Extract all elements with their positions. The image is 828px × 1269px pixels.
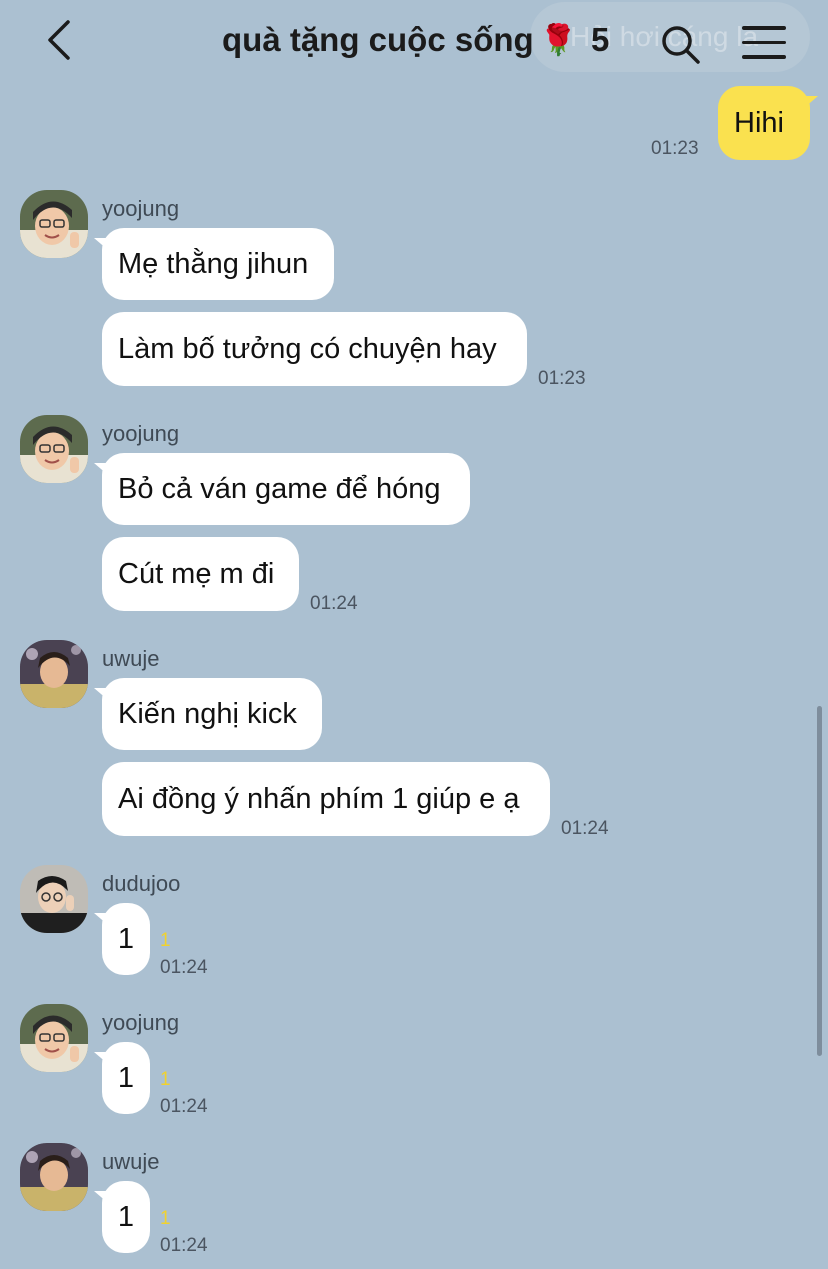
- message-bubble[interactable]: Mẹ thằng jihun: [94, 228, 334, 300]
- message-text: Bỏ cả ván game để hóng: [118, 472, 441, 505]
- chat-title-text: quà tặng cuộc sống: [222, 21, 534, 58]
- message-time: 01:24: [310, 593, 358, 614]
- message-bubble[interactable]: 1: [94, 903, 150, 975]
- message-bubble[interactable]: Làm bố tưởng có chuyện hay: [102, 312, 527, 386]
- unread-count: 1: [160, 1208, 171, 1229]
- back-button[interactable]: [40, 18, 80, 62]
- message-text: Kiến nghị kick: [118, 697, 297, 730]
- avatar-image: [20, 1004, 88, 1072]
- unread-count: 1: [160, 1069, 171, 1090]
- sender-name: yoojung: [102, 1010, 180, 1035]
- hamburger-menu-icon: [742, 26, 786, 59]
- avatar-yoojung[interactable]: [20, 415, 88, 483]
- avatar-image: [20, 865, 88, 933]
- message-bubble[interactable]: Cút mẹ m đi: [102, 537, 299, 611]
- message-text: 1: [117, 922, 135, 955]
- avatar-uwuje[interactable]: [20, 1143, 88, 1211]
- chat-header: Hỏi hơi cáng là quà tặng cuộc sống 🌹 5: [0, 0, 828, 80]
- message-time: 01:24: [160, 1096, 208, 1117]
- sender-name: uwuje: [102, 646, 160, 671]
- avatar-yoojung[interactable]: [20, 1004, 88, 1072]
- message-bubble[interactable]: Bỏ cả ván game để hóng: [94, 453, 470, 525]
- message-text: 1: [117, 1061, 135, 1094]
- chat-title: quà tặng cuộc sống 🌹 5: [222, 18, 609, 62]
- message-text: Làm bố tưởng có chuyện hay: [118, 332, 497, 365]
- message-time: 01:23: [651, 138, 699, 159]
- avatar-image: [20, 1143, 88, 1211]
- message-bubble[interactable]: 1: [94, 1181, 150, 1253]
- message-time: 01:24: [160, 957, 208, 978]
- sender-name: yoojung: [102, 421, 180, 446]
- avatar-image: [20, 415, 88, 483]
- scrollbar-thumb[interactable]: [817, 706, 822, 1056]
- message-bubble[interactable]: Ai đồng ý nhấn phím 1 giúp e ạ: [102, 762, 550, 836]
- sender-name: yoojung: [102, 196, 180, 221]
- message-bubble[interactable]: 1: [94, 1042, 150, 1114]
- message-text: Cút mẹ m đi: [118, 557, 275, 590]
- avatar-yoojung[interactable]: [20, 190, 88, 258]
- avatar-dudujoo[interactable]: [20, 865, 88, 933]
- avatar-image: [20, 640, 88, 708]
- sender-name: uwuje: [102, 1149, 160, 1174]
- menu-button[interactable]: [742, 26, 786, 62]
- chevron-left-icon: [48, 20, 70, 60]
- unread-count: 1: [160, 930, 171, 951]
- search-button[interactable]: [660, 24, 702, 66]
- message-time: 01:23: [538, 368, 586, 389]
- avatar-uwuje[interactable]: [20, 640, 88, 708]
- message-bubble[interactable]: Kiến nghị kick: [94, 678, 322, 750]
- message-text: Ai đồng ý nhấn phím 1 giúp e ạ: [118, 782, 520, 815]
- message-text: Mẹ thằng jihun: [118, 247, 309, 280]
- message-text: 1: [117, 1200, 135, 1233]
- message-time: 01:24: [561, 818, 609, 839]
- member-count: 5: [591, 21, 610, 58]
- message-text: Hihi: [734, 106, 784, 139]
- sender-name: dudujoo: [102, 871, 181, 896]
- rose-emoji: 🌹: [539, 23, 578, 57]
- message-time: 01:24: [160, 1235, 208, 1256]
- my-message-bubble[interactable]: Hihi: [718, 86, 818, 160]
- avatar-image: [20, 190, 88, 258]
- search-icon: [662, 26, 700, 64]
